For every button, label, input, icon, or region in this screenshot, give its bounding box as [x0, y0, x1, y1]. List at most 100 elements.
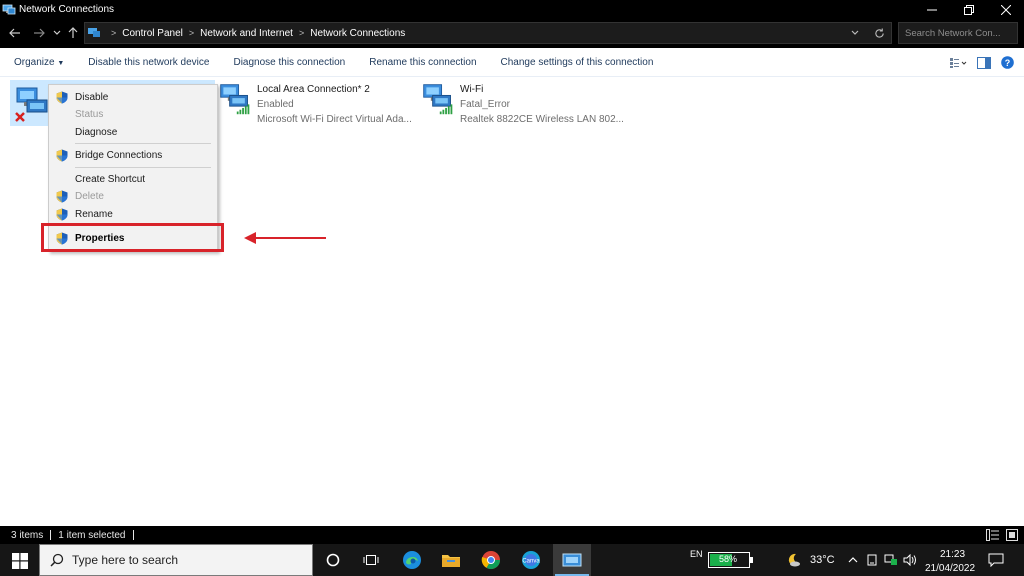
file-explorer-button[interactable] — [432, 544, 470, 576]
tablet-tray-button[interactable] — [866, 544, 878, 576]
network-tray-button[interactable] — [884, 544, 898, 576]
start-button[interactable] — [6, 549, 34, 573]
menu-item-label: Status — [75, 109, 104, 120]
large-icons-view-icon[interactable] — [1006, 529, 1018, 541]
menu-separator — [75, 167, 211, 168]
menu-item-diagnose[interactable]: Diagnose — [49, 124, 217, 141]
restore-button[interactable] — [950, 0, 987, 19]
minimize-icon — [926, 9, 937, 10]
organize-label: Organize — [14, 56, 55, 68]
desktop-screen: Network Connections > Control Panel > Ne… — [0, 0, 1024, 576]
diagnose-connection-button[interactable]: Diagnose this connection — [233, 57, 345, 68]
taskbar: Type here to search Canva EN 33°C 21:23 … — [0, 544, 1024, 576]
canva-app-button[interactable]: Canva — [512, 544, 550, 576]
properties-highlight-box — [41, 223, 224, 252]
edge-browser-icon — [403, 551, 421, 569]
show-hidden-icons-button[interactable] — [848, 544, 858, 576]
input-language[interactable]: EN — [690, 538, 703, 570]
restore-icon — [963, 4, 974, 15]
control-panel-icon — [562, 553, 582, 567]
command-bar: Organize ▼ Disable this network device D… — [0, 48, 1024, 77]
control-panel-icon — [88, 28, 100, 37]
battery-indicator[interactable]: 58% — [708, 552, 753, 568]
close-icon — [1000, 4, 1011, 15]
details-view-icon[interactable] — [986, 529, 1000, 541]
forward-button[interactable] — [30, 24, 48, 42]
menu-separator — [75, 143, 211, 144]
network-connections-icon — [2, 4, 16, 14]
search-input[interactable]: Search Network Con... — [898, 22, 1018, 44]
title-bar: Network Connections — [0, 0, 1024, 19]
svg-text:Canva: Canva — [522, 559, 540, 565]
svg-text:?: ? — [1005, 58, 1011, 68]
menu-item-status: Status — [49, 106, 217, 123]
organize-button[interactable]: Organize ▼ — [14, 57, 64, 68]
breadcrumb-separator-icon: > — [188, 28, 195, 38]
connection-status: Enabled — [257, 99, 294, 110]
wifi-status-icon — [884, 554, 897, 565]
back-button[interactable] — [6, 24, 24, 42]
item-count: 3 items — [11, 529, 44, 541]
address-dropdown-button[interactable] — [843, 23, 867, 43]
menu-item-disable[interactable]: Disable — [49, 89, 217, 106]
uac-shield-icon — [56, 190, 68, 203]
arrow-left-icon — [9, 28, 20, 38]
close-button[interactable] — [987, 0, 1024, 19]
clock-date[interactable]: 21/04/2022 — [925, 552, 975, 576]
folder-icon — [442, 555, 460, 567]
volume-tray-button[interactable] — [903, 544, 917, 576]
breadcrumb-network-and-internet[interactable]: Network and Internet — [200, 28, 293, 39]
connection-device: Microsoft Wi-Fi Direct Virtual Ada... — [257, 114, 412, 125]
rename-connection-button[interactable]: Rename this connection — [369, 57, 476, 68]
help-button[interactable]: ? — [1001, 56, 1014, 69]
menu-item-label: Bridge Connections — [75, 150, 163, 161]
task-view-button[interactable] — [352, 544, 390, 576]
preview-pane-button[interactable] — [977, 56, 991, 69]
status-divider — [50, 530, 52, 540]
breadcrumb-separator-icon: > — [111, 28, 117, 38]
windows-logo-icon — [12, 553, 28, 569]
address-bar[interactable]: > Control Panel > Network and Internet >… — [84, 22, 892, 44]
search-icon — [50, 553, 64, 567]
menu-item-create-shortcut[interactable]: Create Shortcut — [49, 171, 217, 188]
action-center-button[interactable] — [988, 544, 1004, 576]
breadcrumb-network-connections[interactable]: Network Connections — [310, 28, 405, 39]
network-connections-taskbar-button[interactable] — [553, 544, 591, 576]
uac-shield-icon — [56, 91, 68, 104]
dropdown-caret-icon: ▼ — [57, 59, 65, 67]
help-icon: ? — [1001, 56, 1014, 69]
minimize-button[interactable] — [913, 0, 950, 19]
wifi-adapter-icon — [423, 84, 453, 115]
disable-device-button[interactable]: Disable this network device — [88, 57, 209, 68]
connection-name: Wi-Fi — [460, 84, 484, 95]
menu-item-delete: Delete — [49, 188, 217, 205]
local-area-connection-item[interactable]: Local Area Connection* 2 Enabled Microso… — [218, 82, 412, 127]
status-bar: 3 items 1 item selected — [0, 526, 1024, 544]
connection-name: Local Area Connection* 2 — [257, 84, 370, 95]
wifi-direct-adapter-icon — [220, 84, 250, 115]
up-button[interactable] — [64, 24, 82, 42]
menu-item-label: Disable — [75, 92, 109, 103]
refresh-button[interactable] — [867, 23, 891, 43]
chrome-app-button[interactable] — [472, 544, 510, 576]
change-settings-button[interactable]: Change settings of this connection — [501, 57, 654, 68]
taskbar-search-placeholder: Type here to search — [72, 553, 179, 567]
cortana-button[interactable] — [314, 544, 352, 576]
edge-app-button[interactable] — [393, 544, 431, 576]
taskbar-search-input[interactable]: Type here to search — [39, 544, 313, 576]
weather-temperature[interactable]: 33°C — [810, 544, 835, 576]
menu-item-label: Rename — [75, 209, 113, 220]
menu-item-bridge-connections[interactable]: Bridge Connections — [49, 147, 217, 164]
connection-device: Realtek 8822CE Wireless LAN 802... — [460, 114, 624, 125]
menu-item-rename[interactable]: Rename — [49, 206, 217, 223]
arrow-up-icon — [68, 27, 78, 38]
wifi-connection-item[interactable]: Wi-Fi Fatal_Error Realtek 8822CE Wireles… — [421, 82, 624, 127]
view-options-button[interactable] — [949, 57, 967, 69]
menu-item-label: Create Shortcut — [75, 174, 146, 185]
chrome-browser-icon — [481, 551, 500, 570]
breadcrumb-control-panel[interactable]: Control Panel — [122, 28, 183, 39]
connection-status: Fatal_Error — [460, 99, 511, 110]
arrow-right-icon — [34, 28, 45, 38]
preview-pane-icon — [977, 56, 991, 69]
chevron-up-icon — [848, 557, 858, 563]
